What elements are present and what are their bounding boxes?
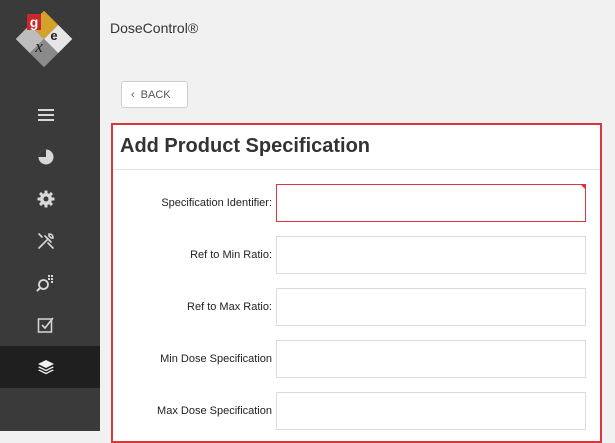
back-button-label: BACK	[140, 88, 171, 101]
form-row-spec-identifier: Specification Identifier:	[113, 184, 602, 224]
gxe-logo: g x e	[15, 10, 73, 68]
sidebar: g x e	[0, 0, 100, 431]
form-row-ref-max-ratio: Ref to Max Ratio:	[113, 288, 602, 328]
layers-icon	[38, 360, 54, 375]
hamburger-menu-icon	[38, 109, 54, 121]
gear-icon	[37, 190, 55, 208]
pie-chart-icon	[38, 149, 54, 165]
nav-item-tools[interactable]	[0, 220, 100, 262]
panel-title: Add Product Specification	[120, 135, 371, 157]
spec-identifier-label: Specification Identifier:	[161, 197, 272, 209]
tools-icon	[38, 233, 54, 249]
ref-min-ratio-label: Ref to Min Ratio:	[190, 249, 272, 261]
nav-item-layers[interactable]	[0, 346, 100, 388]
nav-item-menu[interactable]	[0, 94, 100, 136]
nav-item-checklist[interactable]	[0, 304, 100, 346]
form-row-ref-min-ratio: Ref to Min Ratio:	[113, 236, 602, 276]
nav-item-settings[interactable]	[0, 178, 100, 220]
logo-letter-x: x	[34, 37, 43, 56]
min-dose-label: Min Dose Specification	[160, 353, 272, 365]
app-title: DoseControl®	[110, 20, 199, 36]
nav-item-search[interactable]	[0, 262, 100, 304]
header: DoseControl®	[100, 0, 615, 60]
form-row-min-dose: Min Dose Specification	[113, 340, 602, 380]
chevron-left-icon: ‹	[131, 88, 135, 101]
panel-divider	[113, 169, 600, 170]
required-marker	[580, 184, 586, 190]
checkbox-icon	[37, 317, 54, 333]
min-dose-input[interactable]	[276, 340, 586, 378]
max-dose-label: Max Dose Specification	[157, 405, 272, 417]
ref-max-ratio-input[interactable]	[276, 288, 586, 326]
nav-item-dashboard[interactable]	[0, 136, 100, 178]
max-dose-input[interactable]	[276, 392, 586, 430]
form-row-max-dose: Max Dose Specification	[113, 392, 602, 432]
search-grid-icon	[36, 275, 53, 292]
logo-letter-e: e	[50, 28, 57, 43]
back-button[interactable]: ‹ BACK	[121, 81, 188, 108]
logo-letter-g: g	[30, 14, 39, 30]
product-specification-panel: Add Product Specification Specification …	[111, 123, 602, 443]
ref-max-ratio-label: Ref to Max Ratio:	[187, 301, 272, 313]
spec-identifier-input[interactable]	[276, 184, 586, 222]
ref-min-ratio-input[interactable]	[276, 236, 586, 274]
